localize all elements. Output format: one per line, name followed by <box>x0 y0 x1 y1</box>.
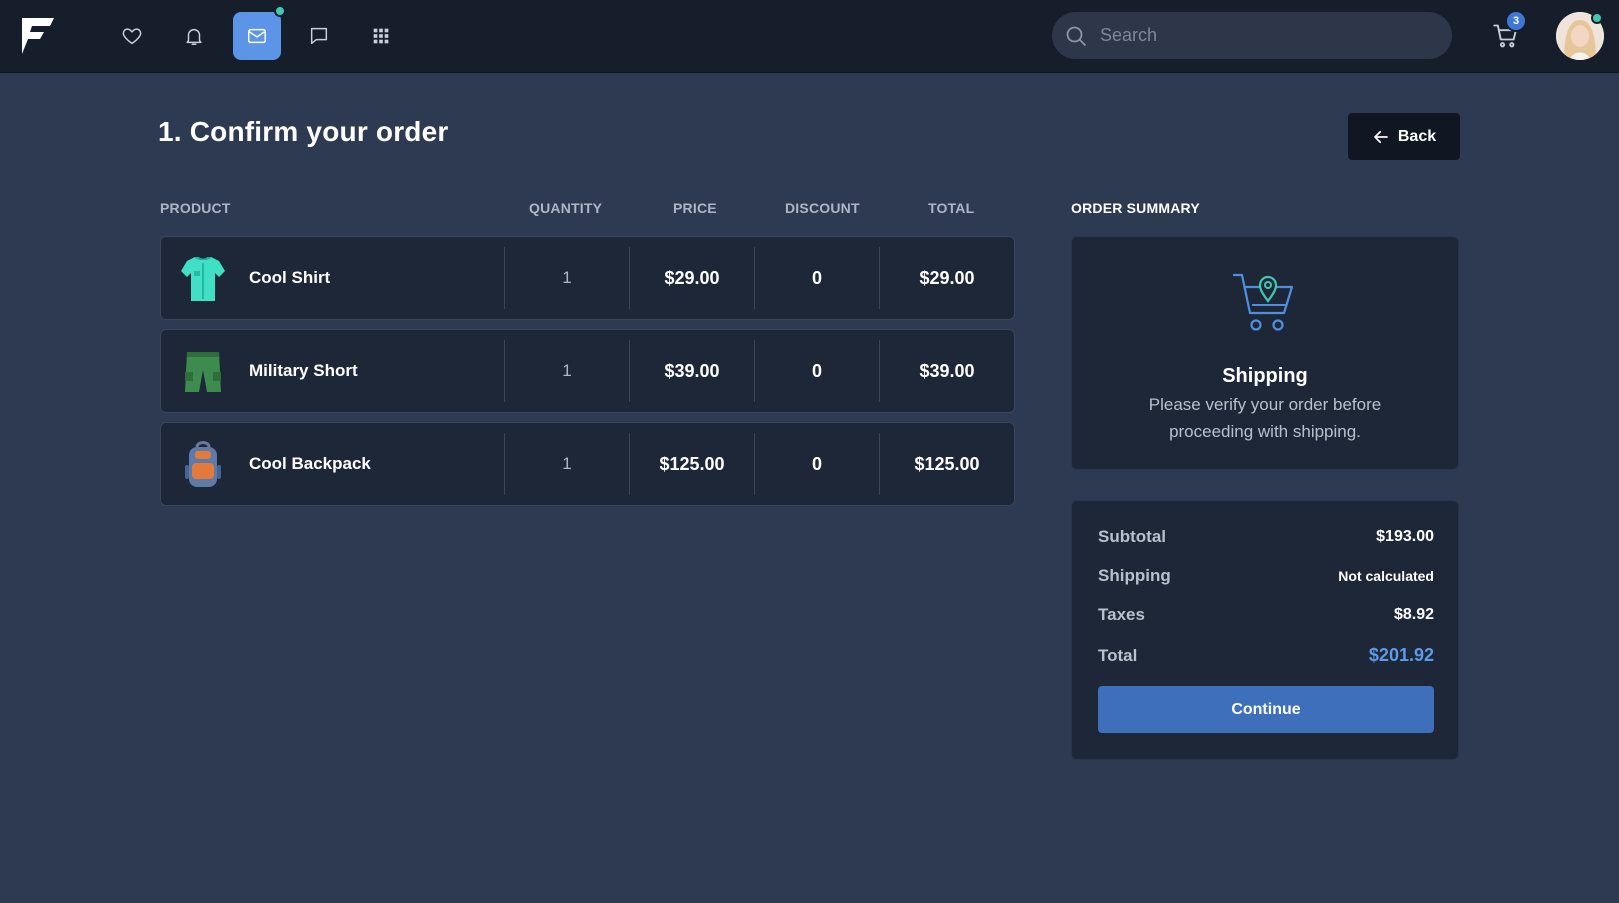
total-value: $201.92 <box>1368 645 1434 665</box>
column-header-price: PRICE <box>673 200 717 216</box>
arrow-left-icon <box>1374 130 1388 143</box>
total-cell: $39.00 <box>879 340 1014 402</box>
discount-cell: 0 <box>754 433 879 495</box>
shipping-value: Not calculated <box>1338 568 1434 584</box>
table-row[interactable]: Cool Backpack 1 $125.00 0 $125.00 <box>160 422 1015 506</box>
heart-icon <box>122 28 142 45</box>
shipping-label: Shipping <box>1098 566 1171 585</box>
back-button-label: Back <box>1397 127 1437 145</box>
bell-icon <box>186 28 202 45</box>
mail-icon <box>248 28 266 44</box>
shipping-title: Shipping <box>1222 365 1308 387</box>
total-label: Total <box>1098 645 1138 665</box>
order-totals-card: Subtotal $193.00 Shipping Not calculated… <box>1071 500 1459 760</box>
product-name: Cool Shirt <box>249 268 331 287</box>
taxes-row: Taxes $8.92 <box>1098 605 1434 625</box>
column-header-discount: DISCOUNT <box>785 200 860 216</box>
messages-notification-dot <box>274 5 286 17</box>
favorites-button[interactable] <box>108 12 156 60</box>
price-cell: $39.00 <box>629 340 754 402</box>
shipping-info-card: Shipping Please verify your order before… <box>1071 236 1459 470</box>
product-name: Military Short <box>249 361 358 380</box>
product-name: Cool Backpack <box>249 454 371 473</box>
total-row: Total $201.92 <box>1098 645 1434 666</box>
top-bar: 3 <box>0 0 1619 73</box>
price-cell: $29.00 <box>629 247 754 309</box>
shipping-description: Please verify your order before proceedi… <box>1148 395 1382 441</box>
apps-button[interactable] <box>357 12 405 60</box>
cart-location-icon <box>1232 273 1294 331</box>
cart-count-badge: 3 <box>1505 10 1527 32</box>
search-icon <box>1066 26 1086 46</box>
shorts-icon <box>185 352 221 392</box>
search-bar[interactable] <box>1052 12 1452 59</box>
quantity-cell: 1 <box>504 433 629 495</box>
search-input[interactable] <box>1100 25 1420 46</box>
subtotal-label: Subtotal <box>1098 527 1166 546</box>
taxes-value: $8.92 <box>1393 606 1434 623</box>
column-header-quantity: QUANTITY <box>529 200 603 216</box>
notifications-button[interactable] <box>170 12 218 60</box>
back-button[interactable]: Back <box>1348 113 1460 160</box>
quantity-cell: 1 <box>504 340 629 402</box>
discount-cell: 0 <box>754 340 879 402</box>
table-row[interactable]: Military Short 1 $39.00 0 $39.00 <box>160 329 1015 413</box>
quantity-cell: 1 <box>504 247 629 309</box>
continue-button[interactable]: Continue <box>1098 686 1434 733</box>
table-row[interactable]: Cool Shirt 1 $29.00 0 $29.00 <box>160 236 1015 320</box>
online-status-dot <box>1591 12 1603 24</box>
shirt-icon <box>181 257 225 301</box>
backpack-icon <box>185 441 221 487</box>
taxes-label: Taxes <box>1098 605 1145 624</box>
price-cell: $125.00 <box>629 433 754 495</box>
chat-button[interactable] <box>295 12 343 60</box>
column-header-product: PRODUCT <box>160 200 231 216</box>
page-title: 1. Confirm your order <box>158 116 449 147</box>
column-header-total: TOTAL <box>928 200 975 216</box>
subtotal-row: Subtotal $193.00 <box>1098 527 1434 547</box>
shipping-row: Shipping Not calculated <box>1098 566 1434 586</box>
brand-logo[interactable] <box>20 16 56 56</box>
total-cell: $29.00 <box>879 247 1014 309</box>
total-cell: $125.00 <box>879 433 1014 495</box>
messages-button[interactable] <box>233 12 281 60</box>
order-summary-heading: ORDER SUMMARY <box>1071 200 1200 216</box>
chat-bubble-icon <box>310 27 328 45</box>
subtotal-value: $193.00 <box>1376 528 1434 545</box>
grid-icon <box>373 28 389 44</box>
discount-cell: 0 <box>754 247 879 309</box>
